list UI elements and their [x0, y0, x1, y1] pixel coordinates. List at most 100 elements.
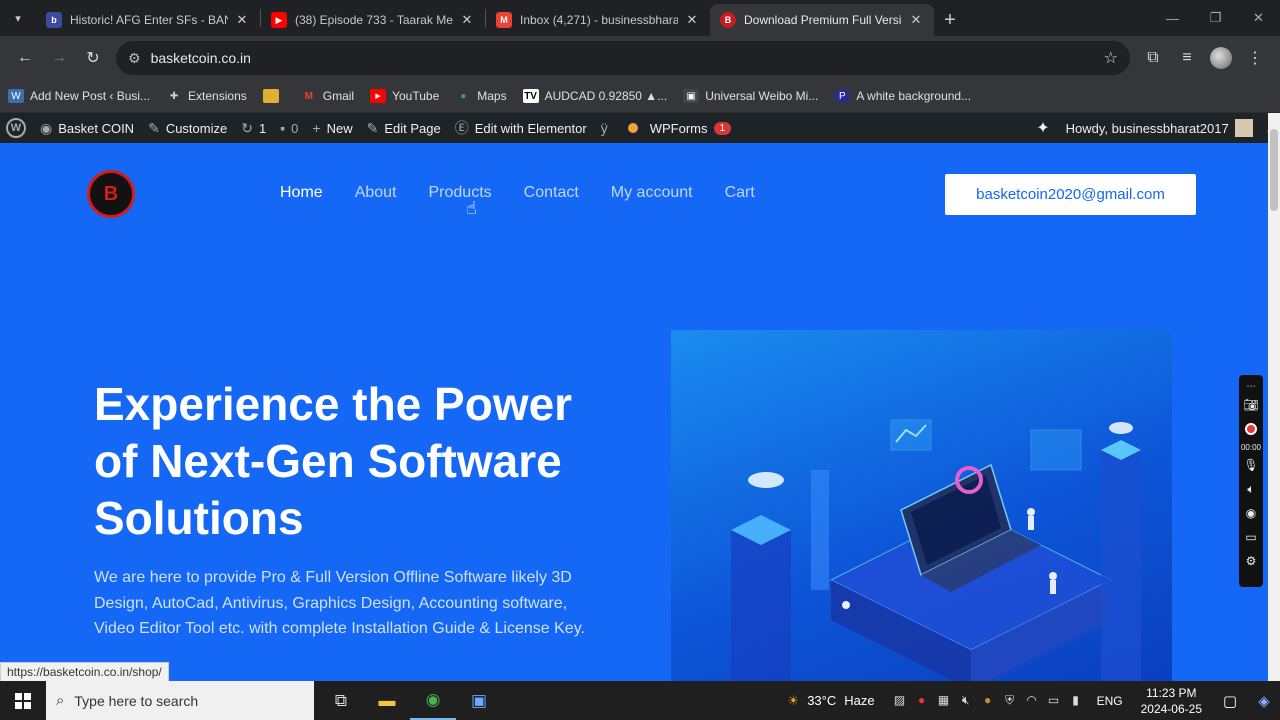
taskbar-search-box[interactable]: ⌕ Type here to search	[46, 681, 314, 720]
user-avatar[interactable]	[1234, 119, 1253, 137]
bookmark-label: Maps	[477, 89, 507, 103]
media-control-icon[interactable]: ≡	[1170, 41, 1204, 75]
nav-home[interactable]: Home	[280, 184, 323, 202]
file-explorer-icon[interactable]: ▬	[364, 681, 410, 720]
tray-app-icon[interactable]: ▨	[889, 693, 911, 708]
weather-widget[interactable]: ☀ 33°C Haze	[788, 693, 875, 709]
page-scrollbar[interactable]	[1268, 113, 1280, 681]
seo-status-dot	[627, 123, 638, 133]
tab-close-icon[interactable]: ✕	[234, 12, 250, 28]
chrome-icon[interactable]: ◉	[410, 681, 456, 720]
nav-about[interactable]: About	[355, 184, 397, 202]
wp-yoast[interactable]: ÿ	[601, 120, 614, 136]
ai-sparkle-icon[interactable]: ✦	[1036, 118, 1049, 138]
extensions-icon[interactable]: ⧉	[1136, 41, 1170, 75]
wordpress-icon: W	[8, 89, 24, 103]
wp-elementor-label: Edit with Elementor	[474, 120, 587, 136]
bookmark-item[interactable]: ✚ Extensions	[166, 89, 247, 103]
back-arrow-icon[interactable]: ←	[8, 41, 42, 75]
wp-new[interactable]: + New	[312, 120, 352, 136]
site-info-icon[interactable]: ⚙	[128, 50, 141, 67]
bookmark-item[interactable]: ▣ Universal Weibo Mi...	[683, 89, 818, 103]
window-select-icon[interactable]: ▭	[1245, 525, 1256, 549]
wp-logo-button[interactable]: W	[6, 118, 26, 138]
recorder-menu-icon[interactable]: ⋯	[1247, 379, 1256, 393]
tab-0[interactable]: b Historic! AFG Enter SFs - BAN, A ✕	[36, 4, 260, 36]
bookmark-item[interactable]: ▶ YouTube	[370, 89, 439, 103]
tab-close-icon[interactable]: ✕	[684, 12, 700, 28]
forward-arrow-icon[interactable]: →	[42, 41, 76, 75]
microphone-icon[interactable]: 🎙︎	[1243, 453, 1258, 477]
nav-my-account[interactable]: My account	[611, 184, 693, 202]
start-button[interactable]	[0, 681, 46, 720]
tab-2[interactable]: M Inbox (4,271) - businessbharat2 ✕	[486, 4, 710, 36]
tab-close-icon[interactable]: ✕	[908, 12, 924, 28]
wp-site-name[interactable]: ◉ Basket COIN	[40, 120, 134, 137]
bookmark-label: Universal Weibo Mi...	[705, 89, 819, 103]
wp-customize[interactable]: ✎ Customize	[148, 120, 227, 137]
scrollbar-thumb[interactable]	[1270, 129, 1278, 211]
webcam-icon[interactable]: ◉	[1246, 501, 1256, 525]
wp-howdy[interactable]: Howdy, businessbharat2017	[1066, 121, 1229, 136]
copilot-icon[interactable]: ◈	[1248, 692, 1280, 710]
record-button[interactable]	[1245, 417, 1257, 441]
new-tab-button[interactable]: +	[934, 4, 966, 36]
wp-elementor[interactable]: Ⓔ Edit with Elementor	[455, 118, 587, 138]
site-logo[interactable]: B	[87, 170, 135, 218]
hero-description: We are here to provide Pro & Full Versio…	[94, 569, 585, 637]
temperature: 33°C	[807, 693, 837, 708]
bookmark-item[interactable]: TV AUDCAD 0.92850 ▲...	[522, 89, 668, 103]
mic-icon[interactable]: ▮	[1065, 693, 1087, 708]
task-view-icon[interactable]: ⧉	[318, 681, 364, 720]
main-nav: Home About Products Contact My account C…	[280, 184, 787, 202]
windows-taskbar: ⌕ Type here to search ⧉ ▬ ◉ ▣ ☀ 33°C Haz…	[0, 681, 1280, 720]
tray-record-icon[interactable]: ●	[911, 693, 933, 708]
wifi-icon[interactable]: ◠	[1021, 693, 1043, 708]
camera-icon[interactable]: 📷︎	[1243, 393, 1258, 417]
menu-kebab-icon[interactable]: ⋮	[1238, 41, 1272, 75]
notifications-icon[interactable]: ▢	[1212, 692, 1248, 710]
bookmark-item[interactable]: W Add New Post ‹ Busi...	[8, 89, 150, 103]
wp-updates[interactable]: ↻ 1	[241, 120, 266, 137]
tab-close-icon[interactable]: ✕	[459, 12, 475, 28]
wp-edit-page[interactable]: ✎ Edit Page	[367, 120, 441, 137]
bookmark-star-icon[interactable]: ☆	[1104, 48, 1118, 68]
bookmark-item[interactable]: M Gmail	[301, 89, 355, 103]
reload-icon[interactable]: ↻	[76, 41, 110, 75]
nav-products[interactable]: Products	[429, 184, 492, 202]
minimize-icon[interactable]: —	[1151, 0, 1194, 36]
record-dot-icon	[1245, 423, 1257, 435]
taskbar-clock[interactable]: 11:23 PM 2024-06-25	[1141, 685, 1202, 717]
tray-app-icon[interactable]: ▦	[933, 693, 955, 708]
tray-security-icon[interactable]: ⛨	[999, 693, 1021, 708]
language-indicator[interactable]: ENG	[1097, 694, 1123, 708]
bookmark-item[interactable]: P A white background...	[834, 89, 971, 103]
plus-icon: +	[312, 120, 321, 136]
bookmark-label: AUDCAD 0.92850 ▲...	[544, 89, 668, 103]
wp-new-label: New	[326, 120, 353, 136]
bookmark-item[interactable]: ● Maps	[455, 89, 506, 103]
close-window-icon[interactable]: ✕	[1237, 0, 1280, 36]
wp-comments[interactable]: ▪ 0	[280, 120, 298, 136]
battery-icon[interactable]: ▭	[1043, 693, 1065, 708]
profile-avatar[interactable]	[1204, 41, 1238, 75]
hand-cursor-icon: ☝	[466, 198, 477, 218]
wp-wpforms[interactable]: WPForms 1	[650, 121, 732, 136]
site-favicon-icon: B	[720, 12, 736, 28]
tab-1[interactable]: ▶ (38) Episode 733 - Taarak Mehta ✕	[261, 4, 485, 36]
settings-gear-icon[interactable]: ⚙	[1246, 549, 1257, 573]
tab-search-chevron-icon[interactable]: ▾	[0, 0, 36, 36]
maximize-icon[interactable]: ❐	[1194, 0, 1237, 36]
window-controls: — ❐ ✕	[1151, 0, 1280, 36]
bookmark-item[interactable]	[262, 89, 285, 103]
volume-muted-icon[interactable]: 🔇︎	[955, 693, 977, 708]
speaker-icon[interactable]: 🔈︎	[1247, 477, 1254, 501]
nav-contact[interactable]: Contact	[524, 184, 579, 202]
tab-3-active[interactable]: B Download Premium Full Version ✕	[710, 4, 934, 36]
app-window-icon[interactable]: ▣	[456, 681, 502, 720]
bookmark-label: Gmail	[322, 89, 355, 103]
email-button[interactable]: basketcoin2020@gmail.com	[945, 174, 1196, 215]
tray-app-icon[interactable]: ●	[977, 693, 999, 708]
address-bar[interactable]: ⚙ basketcoin.co.in ☆	[116, 41, 1130, 75]
nav-cart[interactable]: Cart	[725, 184, 755, 202]
